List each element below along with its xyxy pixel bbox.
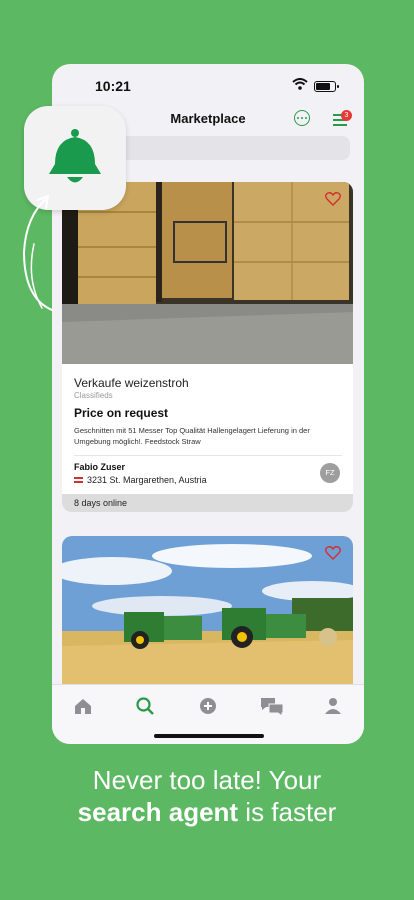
- listing-category: Classifieds: [74, 391, 113, 400]
- seller-location-text: 3231 St. Margarethen, Austria: [87, 475, 207, 485]
- home-indicator: [154, 734, 264, 738]
- online-duration: 8 days online: [62, 494, 353, 512]
- more-options-button[interactable]: [294, 110, 310, 126]
- seller-location: 3231 St. Margarethen, Austria: [74, 475, 207, 485]
- status-time: 10:21: [95, 78, 131, 94]
- arrow-icon: [22, 194, 53, 311]
- favorite-heart-icon[interactable]: [325, 546, 341, 560]
- austria-flag-icon: [74, 477, 83, 483]
- battery-icon: [314, 81, 339, 92]
- promo-line-1: Never too late! Your: [92, 765, 322, 795]
- listing-title[interactable]: Verkaufe weizenstroh: [74, 376, 189, 390]
- add-icon[interactable]: [197, 695, 219, 717]
- avatar[interactable]: FZ: [320, 463, 340, 483]
- listing-description: Geschnitten mit 51 Messer Top Qualität H…: [74, 426, 310, 446]
- promo-line-2: search agent is faster: [0, 797, 414, 828]
- listing-card[interactable]: Verkaufe weizenstroh Classifieds Price o…: [62, 182, 353, 512]
- status-bar: 10:21: [52, 64, 364, 108]
- search-icon[interactable]: [134, 695, 156, 717]
- promo-line-2-rest: is faster: [238, 797, 337, 827]
- filter-badge: 3: [341, 110, 352, 121]
- wifi-icon: [292, 78, 308, 90]
- seller-name: Fabio Zuser: [74, 462, 126, 472]
- listing-price: Price on request: [74, 406, 169, 420]
- favorite-heart-icon[interactable]: [325, 192, 341, 206]
- divider: [74, 455, 342, 456]
- home-icon[interactable]: [72, 695, 94, 717]
- profile-icon[interactable]: [322, 695, 344, 717]
- promo-highlight: search agent: [77, 797, 239, 827]
- chat-icon[interactable]: [259, 695, 285, 717]
